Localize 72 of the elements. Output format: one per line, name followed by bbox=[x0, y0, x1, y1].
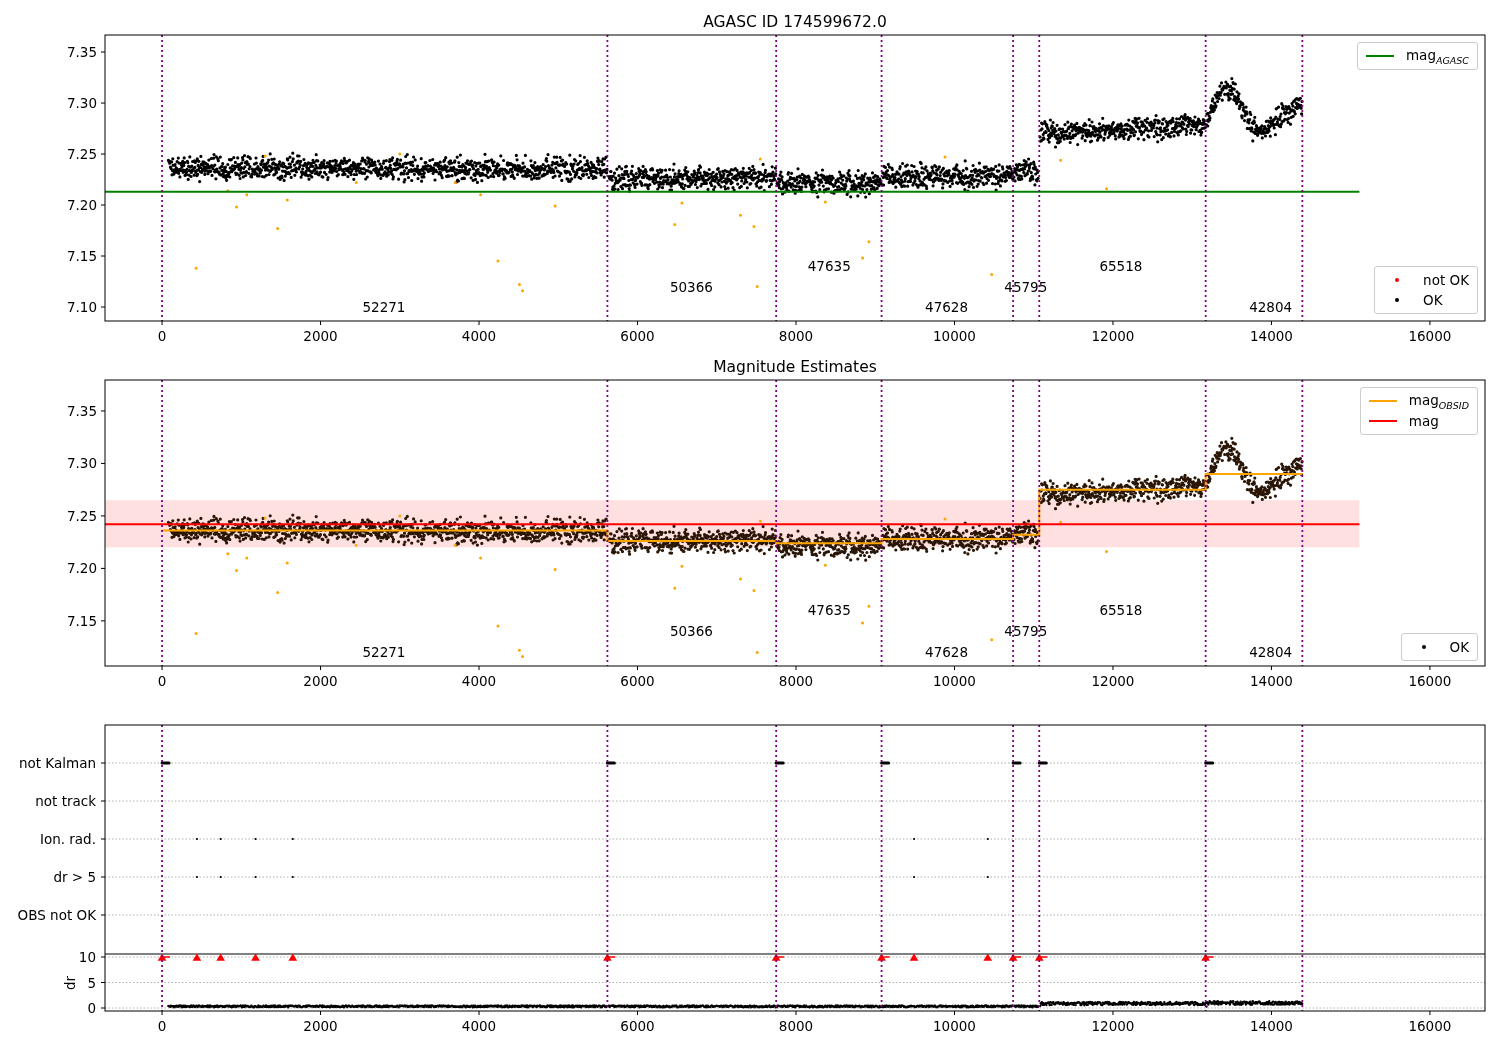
x-tick-label: 0 bbox=[157, 673, 167, 689]
y-tick-label: 5 bbox=[87, 974, 96, 991]
x-tick-label: 16000 bbox=[1408, 1018, 1452, 1034]
obsid-label: 42804 bbox=[1249, 644, 1293, 661]
x-tick-label: 10000 bbox=[933, 1018, 976, 1034]
obsid-label: 65518 bbox=[1099, 602, 1143, 619]
x-tick-label: 16000 bbox=[1408, 673, 1452, 689]
obsid-label: 45795 bbox=[1004, 278, 1048, 295]
x-tick-label: 10000 bbox=[933, 328, 976, 344]
x-tick-label: 12000 bbox=[1091, 328, 1135, 344]
y-tick-label: dr > 5 bbox=[53, 869, 96, 885]
x-tick-label: 4000 bbox=[461, 1018, 497, 1034]
y-tick-label: 7.10 bbox=[66, 299, 97, 316]
x-tick-label: 2000 bbox=[303, 673, 338, 689]
x-tick-label: 14000 bbox=[1249, 673, 1293, 689]
x-tick-label: 2000 bbox=[303, 1018, 338, 1034]
legend-label: mag bbox=[1408, 413, 1439, 429]
legend-line-icon bbox=[1365, 55, 1394, 57]
legend-label: OK bbox=[1423, 292, 1443, 308]
obsid-label: 47635 bbox=[807, 602, 851, 619]
obsid-label: 50366 bbox=[669, 623, 713, 640]
legend-label: mag$_{OBSID}$ bbox=[1408, 391, 1469, 411]
y-tick-label: OBS not OK bbox=[17, 907, 96, 923]
x-tick-label: 6000 bbox=[620, 1018, 655, 1034]
y-tick-label: 10 bbox=[78, 949, 96, 965]
x-tick-label: 14000 bbox=[1249, 1018, 1293, 1034]
x-tick-label: 0 bbox=[157, 328, 167, 344]
legend-label: mag$_{AGASC}$ bbox=[1405, 46, 1469, 66]
x-tick-label: 0 bbox=[157, 1018, 167, 1034]
y-tick-label: 7.30 bbox=[66, 455, 97, 472]
x-tick-label: 6000 bbox=[620, 673, 655, 689]
y-tick-label: 7.25 bbox=[66, 507, 97, 524]
x-tick-label: 10000 bbox=[933, 673, 976, 689]
obsid-label: 47628 bbox=[925, 299, 969, 316]
legend-line-icon bbox=[1368, 400, 1397, 402]
legend-label: not OK bbox=[1423, 272, 1469, 288]
y-tick-label: Ion. rad. bbox=[39, 831, 96, 847]
x-tick-label: 4000 bbox=[461, 673, 497, 689]
obsid-label: 50366 bbox=[669, 278, 713, 295]
y-tick-label: 7.15 bbox=[66, 612, 97, 629]
x-tick-label: 2000 bbox=[303, 328, 338, 344]
chart-title: Magnitude Estimates bbox=[713, 358, 877, 376]
y-axis-label: dr bbox=[62, 975, 78, 991]
y-tick-label: not Kalman bbox=[18, 755, 96, 771]
x-tick-label: 4000 bbox=[461, 328, 497, 344]
obsid-label: 65518 bbox=[1099, 258, 1143, 275]
legend-line-icon bbox=[1368, 420, 1397, 422]
x-tick-label: 8000 bbox=[778, 1018, 814, 1034]
x-tick-label: 12000 bbox=[1091, 673, 1135, 689]
y-tick-label: 7.35 bbox=[66, 44, 97, 61]
y-tick-label: 7.20 bbox=[66, 560, 97, 577]
x-tick-label: 6000 bbox=[620, 328, 655, 344]
obsid-label: 52271 bbox=[362, 299, 406, 316]
legend-label: OK bbox=[1449, 639, 1469, 655]
y-tick-label: 7.20 bbox=[66, 197, 97, 214]
obsid-label: 52271 bbox=[362, 644, 406, 661]
y-tick-label: not track bbox=[35, 793, 96, 809]
x-tick-label: 14000 bbox=[1249, 328, 1293, 344]
x-tick-label: 8000 bbox=[778, 328, 814, 344]
y-tick-label: 0 bbox=[87, 1000, 96, 1016]
x-tick-label: 8000 bbox=[778, 673, 814, 689]
x-tick-label: 12000 bbox=[1091, 1018, 1135, 1034]
obsid-label: 47635 bbox=[807, 258, 851, 275]
y-tick-label: 7.30 bbox=[66, 95, 97, 112]
chart-title: AGASC ID 174599672.0 bbox=[703, 13, 887, 31]
x-tick-label: 16000 bbox=[1408, 328, 1452, 344]
y-tick-label: 7.15 bbox=[66, 248, 97, 265]
y-tick-label: 7.25 bbox=[66, 146, 97, 163]
obsid-label: 45795 bbox=[1004, 623, 1048, 640]
obsid-label: 42804 bbox=[1249, 299, 1293, 316]
y-tick-label: 7.35 bbox=[66, 402, 97, 419]
obsid-label: 47628 bbox=[925, 644, 969, 661]
